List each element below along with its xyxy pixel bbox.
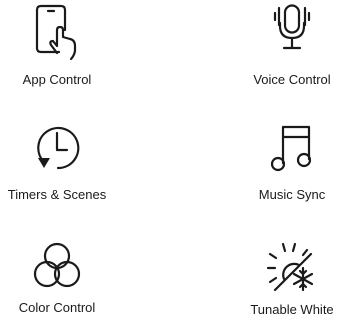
music-note-icon: [270, 125, 312, 172]
feature-tunable-white: Tunable White: [222, 242, 337, 318]
feature-voice-control: Voice Control: [222, 4, 337, 88]
feature-label: Color Control: [18, 300, 96, 315]
color-circles-icon: [33, 242, 81, 288]
feature-timers-scenes: Timers & Scenes: [0, 123, 127, 203]
feature-label: Music Sync: [258, 187, 326, 202]
microphone-icon: [273, 4, 311, 50]
clock-icon: [37, 126, 80, 170]
feature-color-control: Color Control: [0, 242, 127, 316]
feature-label: Timers & Scenes: [7, 187, 107, 202]
feature-music-sync: Music Sync: [222, 123, 337, 203]
feature-label: Voice Control: [253, 72, 331, 87]
feature-label: Tunable White: [250, 302, 334, 317]
phone-touch-icon: [35, 4, 77, 61]
feature-label: App Control: [22, 72, 92, 87]
sun-snowflake-icon: [266, 242, 314, 292]
feature-app-control: App Control: [0, 4, 127, 88]
